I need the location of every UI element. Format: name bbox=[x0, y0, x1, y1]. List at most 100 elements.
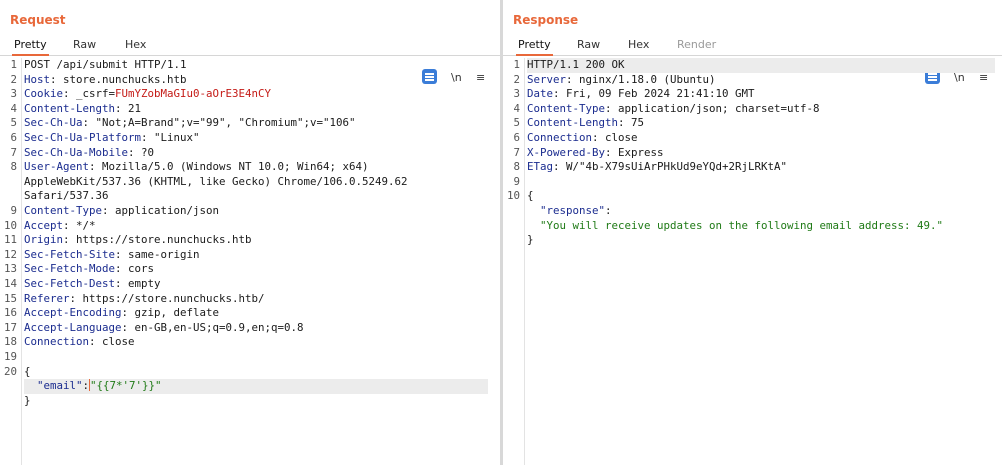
header-value: Fri, 09 Feb 2024 21:41:10 GMT bbox=[566, 87, 755, 101]
line-number: 1 bbox=[513, 58, 520, 71]
header-name: X-Powered-By bbox=[527, 145, 606, 159]
request-line: AppleWebKit/537.36 (KHTML, like Gecko) C… bbox=[0, 175, 490, 190]
request-line: 4 Content-Length: 21 bbox=[0, 102, 490, 117]
line-number: 17 bbox=[3, 320, 17, 334]
header-name: Content-Length bbox=[527, 116, 619, 130]
header-separator: : bbox=[63, 233, 77, 247]
line-number: 10 bbox=[3, 218, 17, 232]
header-value: _csrf= bbox=[76, 87, 116, 101]
header-name: Date bbox=[527, 87, 554, 101]
line-code: "email":"{{7*'7'}}" bbox=[24, 379, 488, 394]
line-code: AppleWebKit/537.36 (KHTML, like Gecko) C… bbox=[24, 175, 408, 190]
request-line: 18 Connection: close bbox=[0, 335, 490, 350]
line-number: 3 bbox=[10, 87, 17, 101]
header-value: https://store.nunchucks.htb/ bbox=[82, 291, 265, 305]
header-value: ?0 bbox=[141, 145, 155, 159]
line-code: Safari/537.36 bbox=[24, 189, 109, 204]
header-separator: : bbox=[141, 131, 155, 144]
request-editor[interactable]: 1 POST /api/submit HTTP/1.1 2 Host: store.n… bbox=[0, 58, 500, 465]
header-separator: : bbox=[115, 101, 129, 115]
header-separator: : bbox=[69, 291, 83, 305]
response-line: 1 HTTP/1.1 200 OK bbox=[503, 58, 995, 73]
header-name: Connection bbox=[527, 131, 593, 144]
line-code: Accept-Encoding: gzip, deflate bbox=[24, 306, 219, 321]
line-code: Date: Fri, 09 Feb 2024 21:41:10 GMT bbox=[527, 87, 755, 102]
line-number: 10 bbox=[506, 189, 520, 203]
response-tab-pretty[interactable]: Pretty bbox=[516, 38, 553, 56]
header-name: Sec-Ch-Ua-Platform bbox=[24, 131, 142, 144]
line-number: 14 bbox=[3, 277, 17, 290]
response-editor[interactable]: 1 HTTP/1.1 200 OK 2 Server: nginx/1.18.0 (U… bbox=[503, 58, 1002, 465]
line-code: } bbox=[24, 394, 31, 409]
header-separator: : bbox=[128, 145, 142, 159]
header-value: close bbox=[605, 131, 638, 144]
line-number: 6 bbox=[513, 131, 520, 144]
line-number: 13 bbox=[3, 262, 17, 276]
request-line: "email":"{{7*'7'}}" bbox=[0, 379, 490, 394]
request-line: } bbox=[0, 394, 490, 409]
header-separator: : bbox=[82, 116, 96, 130]
header-value: https://store.nunchucks.htb bbox=[76, 233, 252, 247]
request-line: 1 POST /api/submit HTTP/1.1 bbox=[0, 58, 490, 73]
line-number: 2 bbox=[513, 72, 520, 86]
header-separator: : bbox=[89, 335, 103, 349]
response-line: "response": bbox=[503, 204, 992, 219]
header-separator: : bbox=[605, 101, 619, 115]
header-name: Sec-Fetch-Mode bbox=[24, 262, 116, 276]
line-code: Connection: close bbox=[527, 131, 638, 146]
line-code: Cookie: _csrf=FUmYZobMaGIu0-aOrE3E4nCY bbox=[24, 87, 271, 102]
header-value: "Not;A=Brand";v="99", "Chromium";v="106" bbox=[95, 116, 356, 130]
line-code: Content-Type: application/json; charset=… bbox=[527, 102, 820, 117]
response-line: 3 Date: Fri, 09 Feb 2024 21:41:10 GMT bbox=[503, 87, 992, 102]
header-name: Sec-Fetch-Site bbox=[24, 247, 116, 261]
header-name: Host bbox=[24, 72, 51, 86]
header-name: Content-Type bbox=[24, 204, 103, 217]
line-text: Safari/537.36 bbox=[24, 189, 109, 203]
line-code: { bbox=[527, 189, 534, 204]
line-text: { bbox=[24, 364, 31, 378]
cookie-value: FUmYZobMaGIu0-aOrE3E4nCY bbox=[115, 87, 272, 101]
line-code: Sec-Fetch-Site: same-origin bbox=[24, 248, 200, 263]
line-text: } bbox=[527, 233, 534, 247]
json-separator: : bbox=[605, 204, 612, 217]
request-line: 20 { bbox=[0, 365, 490, 380]
line-number: 2 bbox=[10, 72, 17, 86]
header-value: close bbox=[102, 335, 135, 349]
request-line: 13 Sec-Fetch-Mode: cors bbox=[0, 262, 490, 277]
response-line: } bbox=[503, 233, 992, 248]
request-tab-raw[interactable]: Raw bbox=[73, 38, 96, 51]
request-tab-pretty[interactable]: Pretty bbox=[12, 38, 49, 56]
response-tabs: Pretty Raw Hex Render \n ≡ bbox=[503, 35, 1002, 84]
line-code: Sec-Fetch-Dest: empty bbox=[24, 277, 161, 292]
header-separator: : bbox=[592, 131, 606, 144]
request-tab-hex[interactable]: Hex bbox=[125, 38, 146, 51]
header-separator: : bbox=[115, 247, 129, 261]
header-value: empty bbox=[128, 277, 161, 290]
header-separator: : bbox=[605, 145, 619, 159]
request-line: 2 Host: store.nunchucks.htb bbox=[0, 73, 490, 88]
header-value: cors bbox=[128, 262, 155, 276]
request-line: 6 Sec-Ch-Ua-Platform: "Linux" bbox=[0, 131, 490, 146]
line-code: } bbox=[527, 233, 534, 248]
header-separator: : bbox=[121, 320, 135, 334]
header-name: Server bbox=[527, 72, 567, 86]
header-separator: : bbox=[115, 262, 129, 276]
request-line: 16 Accept-Encoding: gzip, deflate bbox=[0, 306, 490, 321]
response-tab-raw[interactable]: Raw bbox=[577, 38, 600, 51]
line-number: 3 bbox=[513, 87, 520, 101]
line-number: 19 bbox=[3, 350, 17, 363]
request-line: 5 Sec-Ch-Ua: "Not;A=Brand";v="99", "Chrom… bbox=[0, 116, 490, 131]
request-line: 15 Referer: https://store.nunchucks.htb/ bbox=[0, 292, 490, 307]
response-tab-hex[interactable]: Hex bbox=[628, 38, 649, 51]
header-name: User-Agent bbox=[24, 160, 90, 174]
line-code: Sec-Fetch-Mode: cors bbox=[24, 262, 154, 277]
header-separator: : bbox=[63, 218, 77, 232]
response-line: 7 X-Powered-By: Express bbox=[503, 146, 992, 161]
header-name: Origin bbox=[24, 233, 64, 247]
response-tab-render[interactable]: Render bbox=[677, 38, 716, 51]
json-key: "response" bbox=[540, 204, 606, 217]
line-number: 6 bbox=[10, 131, 17, 144]
line-number: 5 bbox=[10, 116, 17, 130]
response-line: 2 Server: nginx/1.18.0 (Ubuntu) bbox=[503, 73, 992, 88]
request-tabs: Pretty Raw Hex \n ≡ bbox=[0, 35, 500, 84]
